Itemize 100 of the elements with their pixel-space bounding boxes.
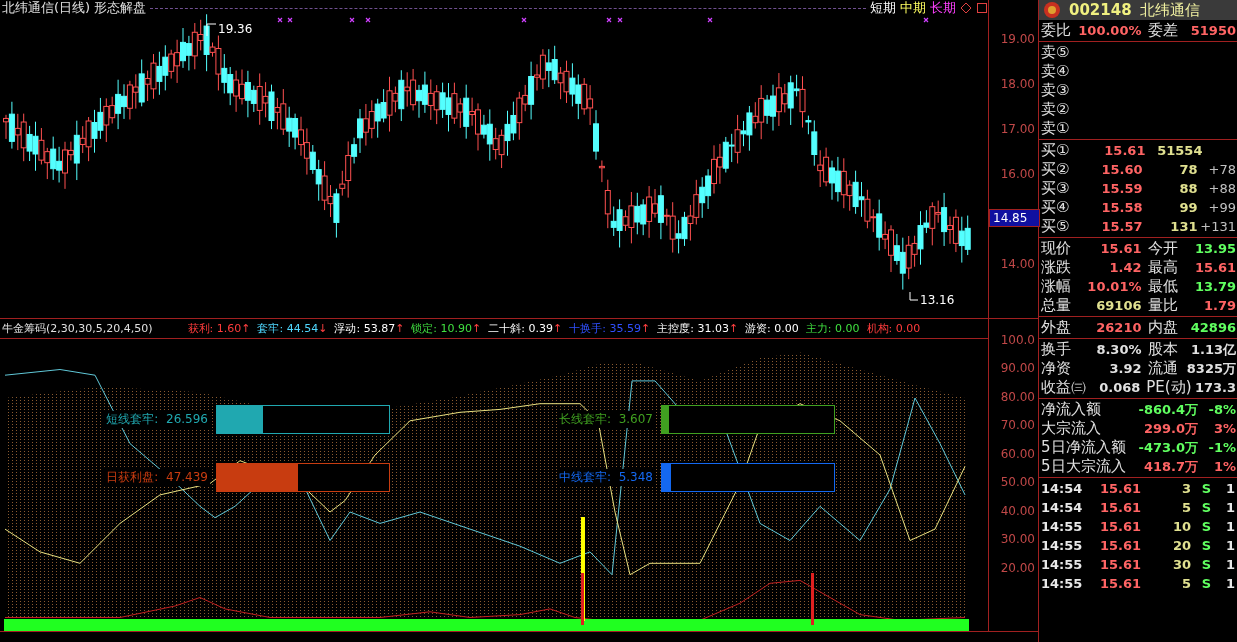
bid-volume: 88: [1178, 181, 1198, 196]
bid-change: +99: [1207, 200, 1237, 215]
field-label: 涨幅: [1040, 277, 1071, 296]
trade-volume: 5: [1180, 500, 1191, 515]
flow-label: 5日净流入额: [1040, 438, 1126, 457]
bid-label: 买②: [1040, 160, 1070, 179]
indicator-readout: 主控度: 31.03↑: [657, 320, 739, 336]
trade-volume: 10: [1171, 519, 1191, 534]
bid-label: 买①: [1040, 141, 1070, 160]
indicator-readout: 浮动: 53.87↑: [334, 320, 405, 336]
field-value: 10.01%: [1086, 279, 1142, 294]
axis-label: 20.00: [1000, 560, 1035, 575]
field-value: 8325万: [1185, 359, 1237, 378]
trade-price: 15.61: [1098, 500, 1141, 515]
flow-label: 净流入额: [1040, 400, 1101, 419]
field-value: 0.068: [1098, 380, 1141, 395]
trade-count: 1: [1224, 538, 1236, 553]
field-value: 26210: [1095, 320, 1142, 335]
trade-side: S: [1200, 576, 1211, 591]
ask-label: 卖②: [1040, 100, 1070, 119]
field-label: 最低: [1146, 277, 1178, 296]
indicator-name: 牛金筹码(2,30,30,5,20,4,50): [2, 320, 153, 336]
bid-change: +88: [1207, 181, 1237, 196]
indicator-readout: 主力: 0.00: [805, 320, 860, 336]
flow-amount: 418.7万: [1142, 457, 1198, 476]
bid-price: 15.58: [1100, 200, 1143, 215]
field-value: 69106: [1095, 298, 1142, 313]
trade-side: S: [1200, 557, 1211, 572]
axis-label: 17.00: [1000, 122, 1035, 136]
flow-amount: -473.0万: [1137, 438, 1198, 457]
field-value: 51950: [1189, 23, 1237, 38]
bid-volume: 51554: [1156, 143, 1203, 158]
trade-time: 14:55: [1040, 538, 1083, 553]
axis-label: 14.00: [1000, 257, 1035, 271]
field-label: 量比: [1146, 296, 1178, 315]
field-value: 15.61: [1193, 260, 1237, 275]
legend-label: 短期: [870, 0, 896, 17]
indicator-readout: 获利: 1.60↑: [187, 320, 251, 336]
field-label: 换手: [1040, 340, 1071, 359]
flow-percent: -1%: [1207, 440, 1237, 455]
field-label: 委差: [1146, 21, 1178, 40]
field-value: 13.79: [1193, 279, 1237, 294]
indicator-readout: 套牢: 44.54↓: [257, 320, 328, 336]
trade-price: 15.61: [1098, 481, 1141, 496]
field-value: 13.95: [1193, 241, 1237, 256]
field-label: 现价: [1040, 239, 1071, 258]
flow-percent: 3%: [1212, 421, 1237, 436]
stock-name: 北纬通信: [1139, 0, 1200, 20]
trade-volume: 20: [1171, 538, 1191, 553]
axis-label: 30.00: [1000, 532, 1035, 546]
field-value: 1.79: [1202, 298, 1237, 313]
trade-price: 15.61: [1098, 519, 1141, 534]
field-label: 涨跌: [1040, 258, 1071, 277]
axis-label: 50.00: [1000, 475, 1035, 489]
axis-label: 40.00: [1000, 503, 1035, 518]
trade-time: 14:55: [1040, 576, 1083, 591]
trade-price: 15.61: [1098, 557, 1141, 572]
bid-price: 15.57: [1100, 219, 1143, 234]
field-label: 最高: [1146, 258, 1178, 277]
trade-side: S: [1200, 500, 1211, 515]
legend-label: 长期: [930, 0, 956, 17]
bid-change: +131: [1199, 219, 1237, 234]
axis-label: 16.00: [1000, 167, 1035, 181]
high-price-label: 19.36: [218, 22, 253, 36]
field-value: 15.61: [1099, 241, 1142, 256]
flow-percent: 1%: [1212, 459, 1237, 474]
bid-volume: 131: [1169, 219, 1198, 234]
bid-label: 买③: [1040, 179, 1070, 198]
trade-count: 1: [1224, 500, 1236, 515]
trade-count: 1: [1224, 557, 1236, 572]
field-label: 收益㈢: [1040, 378, 1086, 397]
bid-volume: 78: [1178, 162, 1198, 177]
trade-price: 15.61: [1098, 576, 1141, 591]
indicator-readout: 十换手: 35.59↑: [569, 320, 651, 336]
trade-side: S: [1200, 519, 1211, 534]
trade-volume: 5: [1180, 576, 1191, 591]
field-label: 净资: [1040, 359, 1071, 378]
field-value: 1.13亿: [1189, 340, 1237, 359]
trade-volume: 3: [1180, 481, 1191, 496]
field-value: 173.3: [1193, 380, 1237, 395]
axis-label: 70.00: [1000, 418, 1035, 432]
chart-title: 北纬通信(日线) 形态解盘: [2, 0, 147, 17]
axis-label: 19.00: [1000, 32, 1035, 46]
field-value: 42896: [1189, 320, 1237, 335]
field-label: 今开: [1146, 239, 1178, 258]
bid-volume: 99: [1178, 200, 1198, 215]
field-label: 股本: [1146, 340, 1178, 359]
bid-price: 15.61: [1103, 143, 1146, 158]
field-label: 总量: [1040, 296, 1071, 315]
axis-label: 60.00: [1000, 446, 1035, 461]
bid-price: 15.60: [1100, 162, 1143, 177]
field-label: 流通: [1146, 359, 1178, 378]
flow-percent: -8%: [1207, 402, 1237, 417]
field-value: 1.42: [1108, 260, 1142, 275]
indicator-readout: 二十斜: 0.39↑: [488, 320, 563, 336]
indicator-readout: 锁定: 10.90↑: [411, 320, 482, 336]
trade-count: 1: [1224, 519, 1236, 534]
field-value: 8.30%: [1095, 342, 1142, 357]
ask-label: 卖①: [1040, 119, 1070, 138]
trade-volume: 30: [1171, 557, 1191, 572]
